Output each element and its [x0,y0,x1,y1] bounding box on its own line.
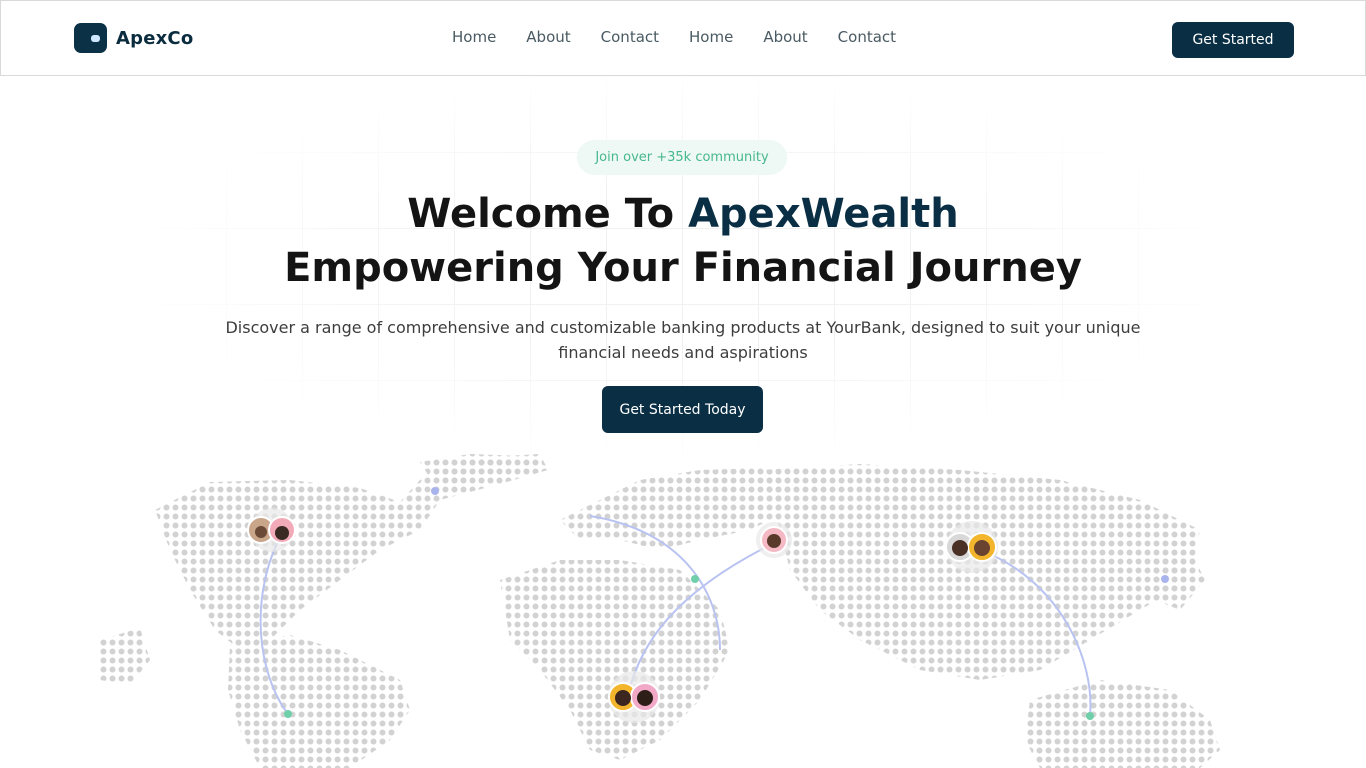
avatar-face [275,526,289,540]
get-started-button[interactable]: Get Started [1172,22,1294,58]
avatar-face [952,540,968,556]
logo-icon [74,23,107,53]
node-green [691,575,699,583]
node-blue [1161,575,1169,583]
nav-item-contact[interactable]: Contact [601,28,659,46]
brand-name: ApexCo [116,27,194,49]
avatar-group-europe [756,522,792,558]
nav-item-home-2[interactable]: Home [689,28,733,46]
hero-subtitle: Discover a range of comprehensive and cu… [225,318,1141,362]
title-accent: ApexWealth [688,191,959,237]
main-nav: Home About Contact Home About Contact [452,28,926,46]
avatar-face [637,690,653,706]
title-line-2: Empowering Your Financial Journey [284,245,1082,291]
node-green [284,710,292,718]
world-map [100,454,1220,768]
avatar-face [767,534,781,548]
nav-item-contact-2[interactable]: Contact [838,28,896,46]
node-blue [431,487,439,495]
community-badge: Join over +35k community [577,140,787,175]
hero-title: Welcome To ApexWealth Empowering Your Fi… [0,187,1366,295]
nav-item-home[interactable]: Home [452,28,496,46]
avatar-face [255,526,267,538]
avatar-face [615,690,631,706]
nav-item-about[interactable]: About [526,28,570,46]
avatar-group-asia [945,521,998,573]
site-header: ApexCo Home About Contact Home About Con… [0,0,1366,76]
get-started-today-button[interactable]: Get Started Today [602,386,763,433]
title-prefix: Welcome To [407,191,689,237]
logo[interactable]: ApexCo [74,23,193,53]
node-green [1086,712,1094,720]
avatar-group-africa [608,671,660,723]
avatar-face [974,540,990,556]
nav-item-about-2[interactable]: About [763,28,807,46]
map-continents [100,454,1220,768]
